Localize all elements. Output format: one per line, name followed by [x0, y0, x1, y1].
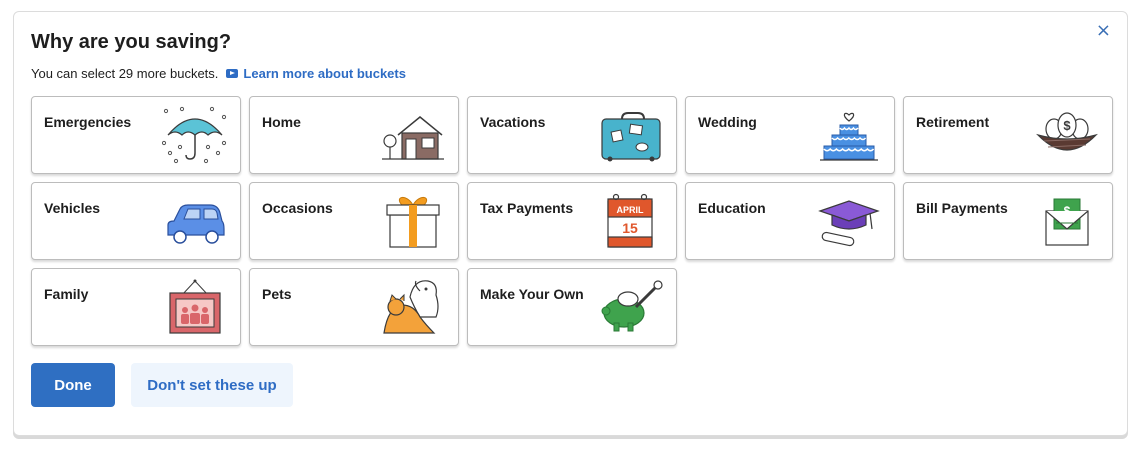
bucket-tile-wedding[interactable]: Wedding	[685, 96, 895, 174]
bucket-tile-pets[interactable]: Pets	[249, 268, 459, 346]
bucket-label: Occasions	[262, 200, 333, 216]
wedding-cake-icon	[820, 112, 878, 161]
bucket-tile-tax-payments[interactable]: Tax Payments APRIL 15	[467, 182, 677, 260]
remaining-buckets-text: You can select 29 more buckets.	[31, 66, 219, 81]
bucket-tile-emergencies[interactable]: Emergencies	[31, 96, 241, 174]
bucket-label: Retirement	[916, 114, 990, 130]
svg-text:$: $	[1063, 118, 1071, 133]
bucket-tile-retirement[interactable]: Retirement $	[903, 96, 1113, 174]
envelope-dollar-icon: $	[1045, 198, 1089, 246]
bucket-label: Education	[698, 200, 766, 216]
video-play-icon	[226, 69, 239, 78]
bucket-tile-vehicles[interactable]: Vehicles	[31, 182, 241, 260]
bucket-tile-occasions[interactable]: Occasions	[249, 182, 459, 260]
family-portrait-icon	[169, 279, 221, 334]
bucket-label: Bill Payments	[916, 200, 1008, 216]
bucket-tile-bill-payments[interactable]: Bill Payments $	[903, 182, 1113, 260]
bucket-label: Emergencies	[44, 114, 132, 130]
close-icon[interactable]: ×	[1096, 20, 1111, 41]
bucket-tile-make-your-own[interactable]: Make Your Own	[467, 268, 677, 346]
bucket-tile-family[interactable]: Family	[31, 268, 241, 346]
bucket-label: Home	[262, 114, 301, 130]
car-icon	[167, 204, 225, 244]
bucket-label: Make Your Own	[480, 286, 584, 302]
calendar-icon: APRIL 15	[607, 193, 653, 248]
bucket-dialog: × Why are you saving? You can select 29 …	[13, 11, 1128, 436]
bucket-label: Vehicles	[44, 200, 101, 216]
bucket-label: Vacations	[480, 114, 546, 130]
house-icon	[382, 116, 444, 160]
done-button[interactable]: Done	[31, 363, 115, 407]
bucket-tile-education[interactable]: Education	[685, 182, 895, 260]
pets-icon	[383, 280, 439, 334]
bucket-label: Tax Payments	[480, 200, 574, 216]
nest-egg-icon: $	[1036, 112, 1098, 151]
bucket-tile-vacations[interactable]: Vacations	[467, 96, 677, 174]
calendar-day: 15	[622, 220, 638, 236]
bucket-label: Family	[44, 286, 89, 302]
suitcase-icon	[601, 112, 661, 162]
bucket-label: Pets	[262, 286, 292, 302]
gift-icon	[386, 197, 440, 248]
dont-set-up-button[interactable]: Don't set these up	[131, 363, 293, 407]
piggy-bank-icon	[601, 280, 663, 332]
calendar-month: APRIL	[617, 205, 645, 215]
bucket-label: Wedding	[698, 114, 757, 130]
graduation-cap-icon	[818, 200, 880, 247]
learn-more-label: Learn more about buckets	[243, 66, 406, 81]
dialog-subtitle-row: You can select 29 more buckets. Learn mo…	[31, 66, 406, 81]
dialog-title: Why are you saving?	[31, 31, 232, 53]
umbrella-icon	[162, 106, 227, 164]
learn-more-link[interactable]: Learn more about buckets	[226, 66, 406, 81]
bucket-tile-home[interactable]: Home	[249, 96, 459, 174]
